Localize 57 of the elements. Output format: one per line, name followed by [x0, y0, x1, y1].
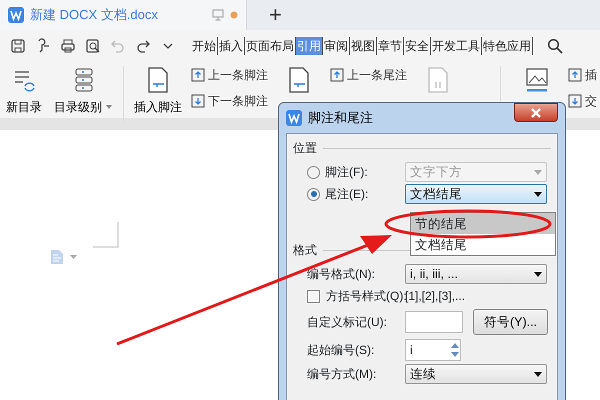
menu-tab[interactable]: 视图 [350, 37, 377, 55]
monitor-icon [212, 9, 224, 21]
menu-tab[interactable]: 审阅 [323, 37, 350, 55]
dropdown-option[interactable]: 节的结尾 [411, 213, 555, 234]
ribbon-button[interactable]: 插 [585, 66, 597, 84]
number-spinner[interactable]: i [405, 339, 461, 361]
close-icon [530, 108, 542, 118]
app-logo-icon [286, 110, 302, 126]
document-title: 新建 DOCX 文档.docx [30, 6, 159, 24]
field-label: 起始编号(S): [306, 342, 376, 359]
caret-icon [534, 192, 542, 196]
menu-tab[interactable]: 安全 [404, 37, 431, 55]
document-tab[interactable]: 新建 DOCX 文档.docx [0, 0, 247, 30]
close-button[interactable] [514, 103, 558, 122]
menu-tab[interactable]: 开始 [191, 37, 218, 55]
checkbox-option[interactable]: 方括号样式(Q): [293, 287, 405, 305]
spin-arrows-icon [450, 341, 460, 359]
symbol-button[interactable]: 符号(Y)... [473, 309, 548, 335]
field-label: 自定义标记(U): [306, 314, 388, 331]
menu-tab[interactable]: 章节 [377, 37, 404, 55]
dropdown-field[interactable]: 连续 [405, 364, 547, 384]
radio-option[interactable]: 尾注(E): [293, 185, 405, 203]
group-heading: 位置 [293, 140, 317, 157]
ribbon-button[interactable]: 插入脚注 [134, 98, 182, 116]
menu-tab[interactable]: 开发工具 [431, 37, 482, 55]
caret-icon [70, 255, 77, 260]
dialog-title: 脚注和尾注 [308, 109, 373, 128]
input-field[interactable] [405, 311, 463, 333]
caret-icon [534, 170, 542, 174]
group-heading: 格式 [293, 242, 317, 259]
picture-icon [524, 66, 550, 94]
menu-tab[interactable]: 特色应用 [482, 37, 533, 55]
print-preview-icon [85, 38, 101, 54]
search-icon [547, 38, 563, 54]
ribbon-button[interactable]: 新目录 [6, 98, 42, 116]
field-label: 编号方式(M): [306, 366, 378, 383]
undo-icon [110, 38, 126, 54]
dropdown-field[interactable]: i, ii, iii, ... [405, 264, 547, 284]
new-tab-button[interactable]: + [263, 0, 288, 30]
ribbon-button[interactable]: 下一条脚注 [208, 92, 268, 110]
paragraph-icon [50, 249, 64, 265]
save-icon [10, 38, 26, 54]
app-logo-icon [8, 7, 24, 23]
print-icon [60, 38, 76, 54]
ribbon-button[interactable]: 上一条尾注 [347, 66, 407, 84]
ribbon-button[interactable]: 目录级别 [54, 98, 113, 116]
ribbon-button[interactable]: 交 [585, 92, 597, 110]
caret-icon [534, 372, 542, 376]
menu-tab[interactable]: 插入 [218, 37, 245, 55]
redo-icon [135, 38, 151, 54]
sample-text: [1],[2],[3],... [405, 288, 466, 305]
ribbon-button[interactable]: 上一条脚注 [208, 66, 268, 84]
dropdown-field[interactable]: 文档结尾 [405, 184, 547, 204]
dropdown-option[interactable]: 文档结尾 [411, 234, 555, 255]
page-corner-mark [93, 222, 119, 248]
caret-icon [534, 272, 542, 276]
field-label: 编号格式(N): [306, 266, 376, 283]
